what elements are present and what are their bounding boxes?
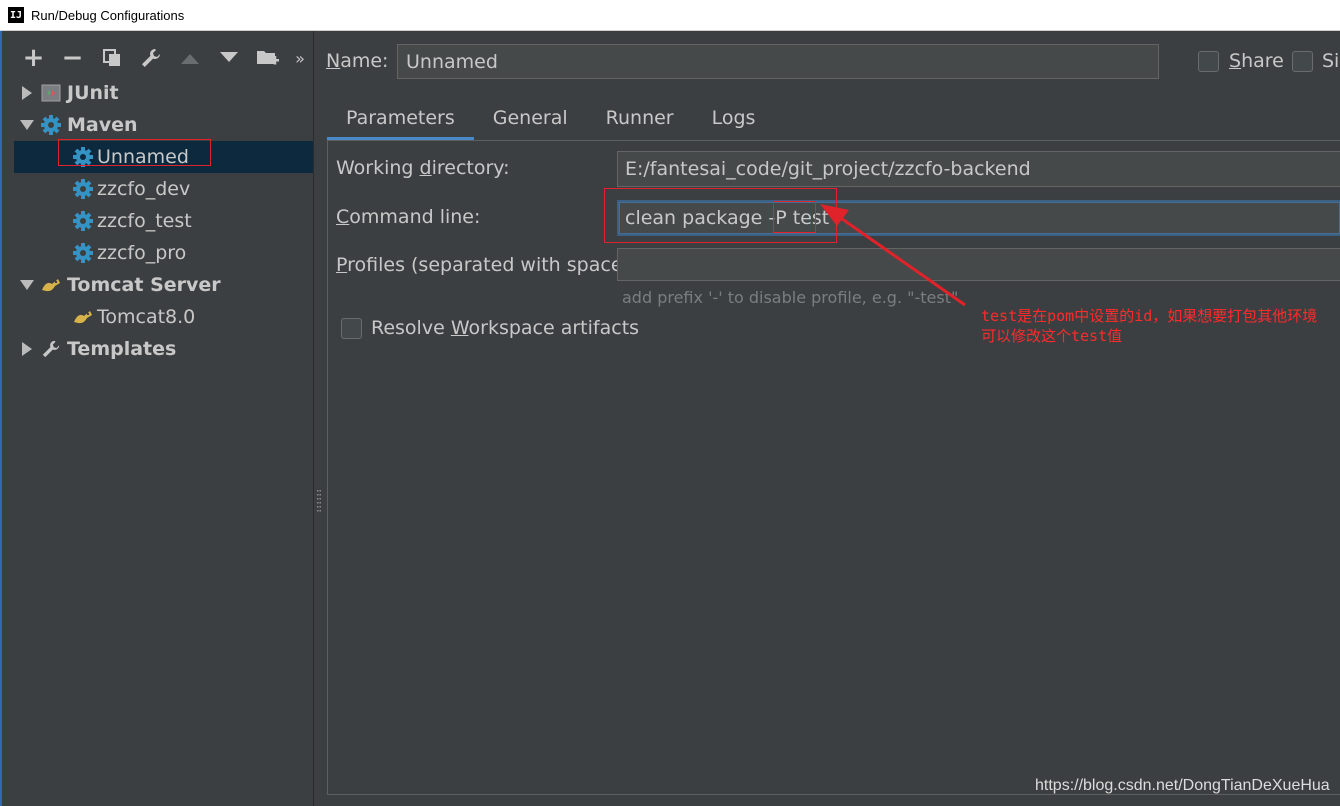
maven-gear-icon [72,178,94,200]
profiles-label: Profiles (separated with space): [336,254,637,276]
add-configuration-button[interactable]: + [14,40,53,76]
splitter-grip-icon[interactable] [317,490,321,514]
intellij-app-icon: IJ [8,7,24,23]
maven-gear-icon [72,242,94,264]
expand-arrow-icon[interactable] [14,342,40,356]
tree-item-label: zzcfo_pro [97,242,187,264]
move-up-button[interactable] [170,40,209,76]
name-label: Name: [326,50,389,72]
tree-item-label: Templates [67,338,177,360]
tree-item-maven-zzcfo-pro[interactable]: zzcfo_pro [14,237,313,269]
tomcat-icon [40,274,62,296]
config-tabs: Parameters General Runner Logs [327,96,774,140]
tab-logs[interactable]: Logs [693,96,775,140]
tree-item-maven-zzcfo-dev[interactable]: zzcfo_dev [14,173,313,205]
triangle-up-icon [180,54,199,64]
more-toolbar-button[interactable]: » [287,40,313,76]
tree-item-label: JUnit [67,82,119,104]
tree-item-label: Tomcat8.0 [97,306,196,328]
tree-item-tomcat-server[interactable]: Tomcat Server [14,269,313,301]
config-toolbar: + − » [14,40,313,76]
new-folder-button[interactable] [248,40,287,76]
annotation-box-test [773,201,816,233]
wrench-icon [40,338,62,360]
tree-item-templates[interactable]: Templates [14,333,313,365]
triangle-down-icon [219,52,238,62]
tree-item-junit[interactable]: JUnit [14,77,313,109]
command-line-label: Command line: [336,206,481,228]
copy-configuration-button[interactable] [92,40,131,76]
collapse-arrow-icon[interactable] [14,279,40,291]
expand-arrow-icon[interactable] [14,86,40,100]
tomcat-icon [72,306,94,328]
edit-defaults-button[interactable] [131,40,170,76]
remove-configuration-button[interactable]: − [53,40,92,76]
name-input[interactable]: Unnamed [397,44,1159,79]
tab-runner[interactable]: Runner [587,96,693,140]
tree-item-label: zzcfo_dev [97,178,191,200]
maven-gear-icon [40,114,62,136]
annotation-note: test是在pom中设置的id，如果想要打包其他环境 可以修改这个test值 [981,307,1318,345]
tree-item-label: Tomcat Server [67,274,221,296]
panel-splitter[interactable] [313,31,327,806]
watermark: https://blog.csdn.net/DongTianDeXueHua [1035,777,1330,794]
tab-general[interactable]: General [474,96,587,140]
tree-item-maven[interactable]: Maven [14,109,313,141]
tree-item-label: Maven [67,114,138,136]
single-instance-label[interactable]: Si [1322,50,1339,72]
window-title: Run/Debug Configurations [31,7,185,23]
plus-icon: + [22,43,45,73]
collapse-arrow-icon[interactable] [14,119,40,131]
junit-icon [40,82,62,104]
annotation-arrow-icon [820,204,966,307]
tree-item-maven-zzcfo-test[interactable]: zzcfo_test [14,205,313,237]
annotation-box-unnamed [58,139,211,166]
wrench-icon [141,49,160,67]
maven-gear-icon [72,210,94,232]
window-titlebar: IJ Run/Debug Configurations [0,0,1340,31]
window-left-border [0,31,2,806]
configuration-tree: JUnit Maven Unnamed zzcfo_dev zzcfo_test… [14,77,313,806]
folder-plus-icon [256,51,279,65]
working-directory-label: Working directory: [336,157,510,179]
minus-icon: − [61,43,84,73]
share-checkbox[interactable] [1198,51,1219,72]
single-instance-checkbox[interactable] [1292,51,1313,72]
tree-item-label: zzcfo_test [97,210,192,232]
resolve-workspace-label[interactable]: Resolve Workspace artifacts [371,317,639,339]
working-directory-input[interactable]: E:/fantesai_code/git_project/zzcfo-backe… [617,151,1340,187]
tab-parameters[interactable]: Parameters [327,96,474,140]
chevron-double-right-icon: » [295,48,305,68]
tree-item-tomcat8[interactable]: Tomcat8.0 [14,301,313,333]
copy-icon [102,49,120,66]
share-label[interactable]: Share [1229,50,1284,72]
move-down-button[interactable] [209,40,248,76]
resolve-workspace-checkbox[interactable] [341,318,362,339]
